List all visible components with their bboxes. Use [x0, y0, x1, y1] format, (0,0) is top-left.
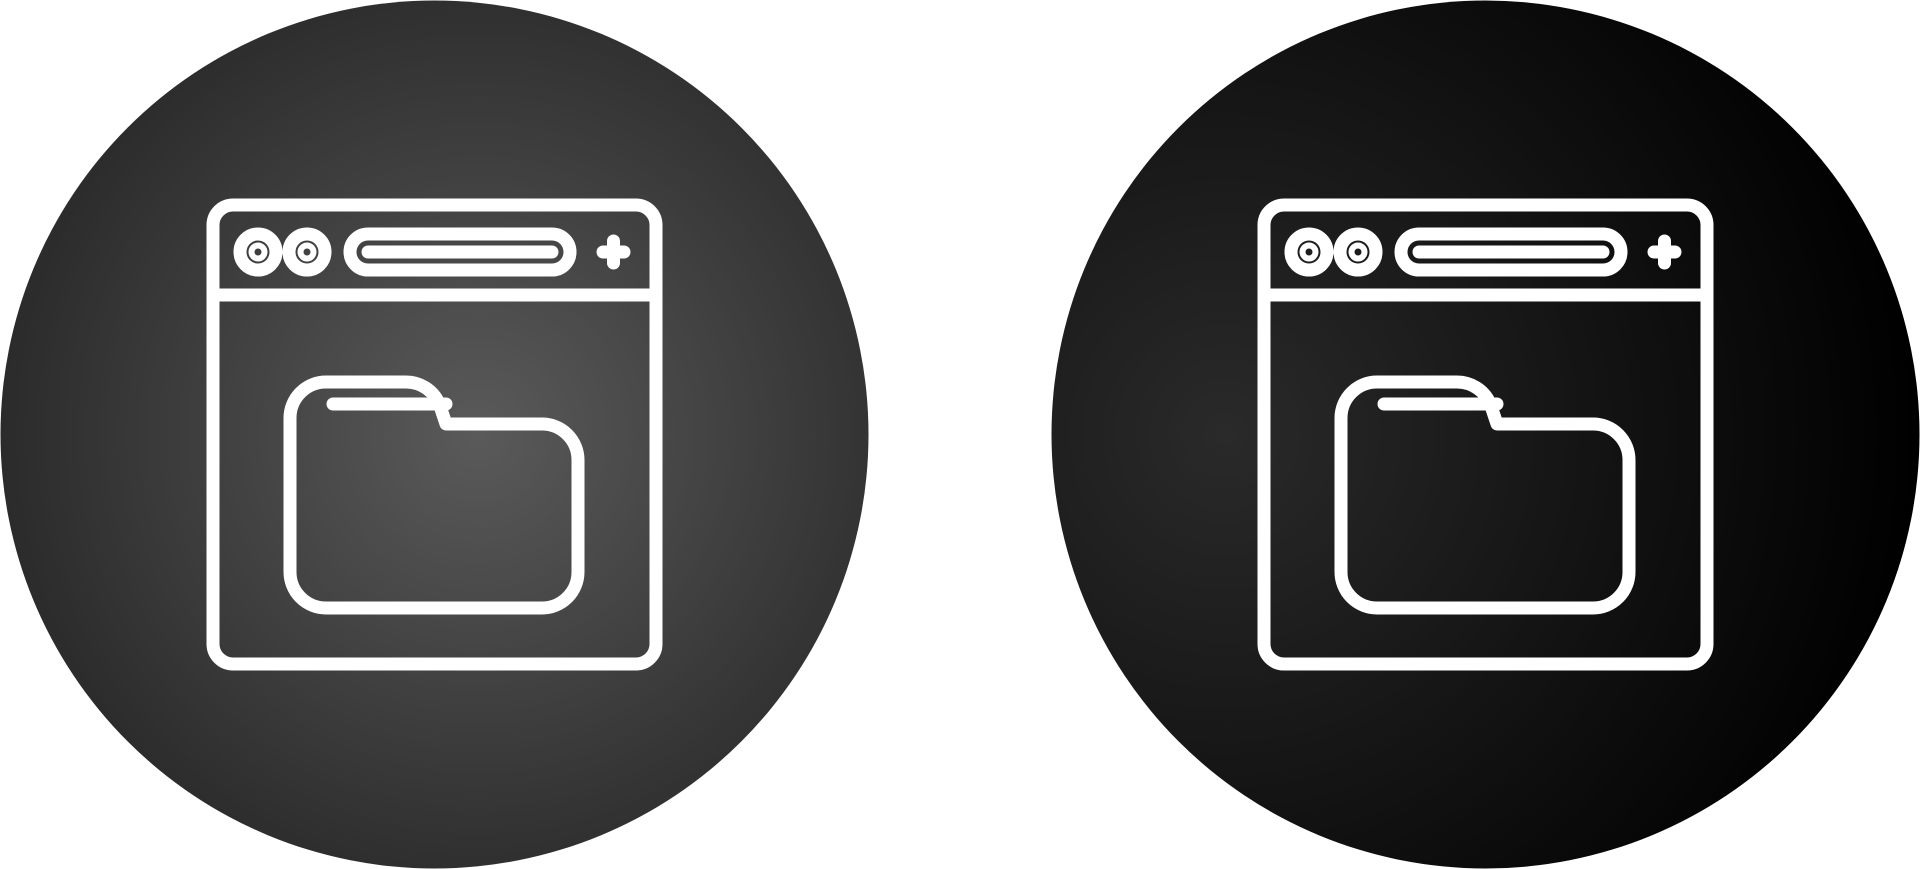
- badge-circle: [1051, 0, 1920, 869]
- window-dot-2-center: [297, 242, 317, 262]
- window-dot-1-center: [248, 242, 268, 262]
- browser-folder-icon-black-badge: [1051, 0, 1920, 869]
- window-dot-1-center: [1299, 242, 1319, 262]
- browser-folder-icon: [1051, 0, 1920, 869]
- window-dot-2-center: [1348, 242, 1368, 262]
- browser-folder-icon: [0, 0, 869, 869]
- badge-circle: [0, 0, 869, 869]
- icon-sheet: [0, 0, 1920, 869]
- browser-folder-icon-gray-badge: [0, 0, 869, 869]
